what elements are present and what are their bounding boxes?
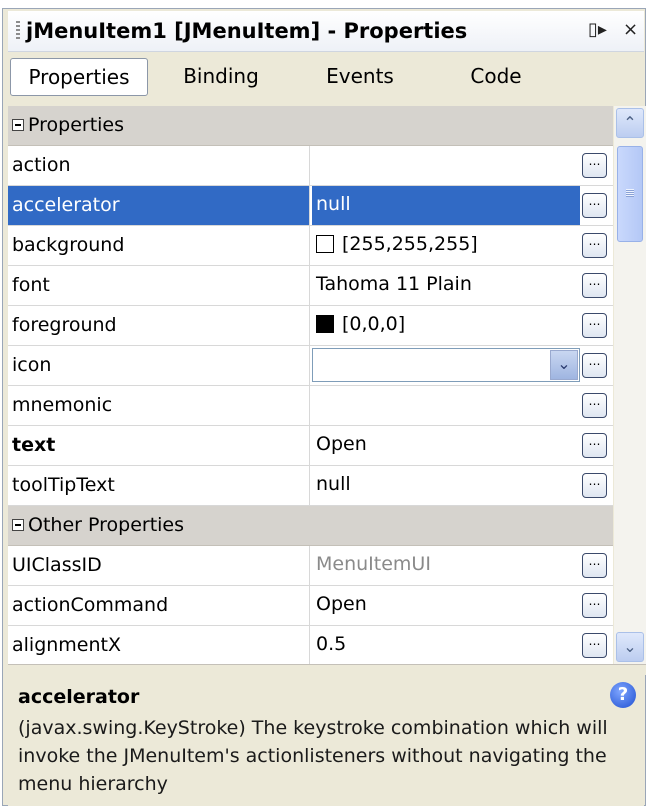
ellipsis-button[interactable]: …	[582, 193, 607, 218]
category-label: Other Properties	[28, 514, 185, 536]
ellipsis-button[interactable]: …	[582, 433, 607, 458]
title-bar: jMenuItem1 [JMenuItem] - Properties ▯▸ ×	[8, 11, 644, 52]
property-name: alignmentX	[8, 626, 310, 664]
category-label: Properties	[28, 114, 125, 136]
description-panel: accelerator ? (javax.swing.KeyStroke) Th…	[8, 676, 644, 806]
property-value[interactable]: Open	[312, 586, 580, 625]
property-value[interactable]: Tahoma 11 Plain	[312, 266, 580, 305]
property-value[interactable]: 0.5	[312, 626, 580, 664]
property-value[interactable]: null	[312, 186, 580, 225]
tab-bar: Properties Binding Events Code	[10, 56, 630, 98]
property-row-tooltiptext[interactable]: toolTipText null …	[8, 466, 613, 506]
tab-binding[interactable]: Binding	[156, 58, 286, 94]
property-name: toolTipText	[8, 466, 310, 505]
property-row-alignmentx[interactable]: alignmentX 0.5 …	[8, 626, 613, 664]
close-icon[interactable]: ×	[623, 19, 638, 40]
property-value[interactable]: Open	[312, 426, 580, 465]
pin-icon[interactable]: ▯▸	[588, 19, 607, 40]
panel-splitter[interactable]	[8, 664, 646, 675]
icon-combo-box[interactable]: ⌄	[312, 348, 580, 382]
ellipsis-button[interactable]: …	[582, 553, 607, 578]
color-swatch	[316, 315, 334, 333]
help-icon[interactable]: ?	[610, 682, 636, 708]
property-value[interactable]: null	[312, 466, 580, 505]
property-name: mnemonic	[8, 386, 310, 425]
tab-events[interactable]: Events	[296, 58, 424, 94]
property-name: UIClassID	[8, 546, 310, 585]
property-sheet: Properties action … accelerator null … b…	[8, 106, 613, 664]
ellipsis-button[interactable]: …	[582, 593, 607, 618]
color-value: [255,255,255]	[342, 233, 478, 255]
property-row-action[interactable]: action …	[8, 146, 613, 186]
ellipsis-button[interactable]: …	[582, 313, 607, 338]
description-text: (javax.swing.KeyStroke) The keystroke co…	[18, 717, 608, 795]
property-name: font	[8, 266, 310, 305]
ellipsis-button[interactable]: …	[582, 473, 607, 498]
property-value[interactable]	[312, 146, 580, 185]
ellipsis-button[interactable]: …	[582, 353, 607, 378]
vertical-scrollbar[interactable]: ⌃ ⌄	[614, 106, 646, 664]
property-name: text	[8, 426, 310, 465]
window-title: jMenuItem1 [JMenuItem] - Properties	[26, 19, 468, 43]
property-row-foreground[interactable]: foreground [0,0,0] …	[8, 306, 613, 346]
property-name: accelerator	[8, 186, 310, 225]
property-name: background	[8, 226, 310, 265]
ellipsis-button[interactable]: …	[582, 273, 607, 298]
property-row-icon[interactable]: icon ⌄ …	[8, 346, 613, 386]
scroll-up-icon[interactable]: ⌃	[616, 108, 644, 138]
property-name: icon	[8, 346, 310, 385]
property-name: action	[8, 146, 310, 185]
property-row-actioncommand[interactable]: actionCommand Open …	[8, 586, 613, 626]
chevron-down-icon[interactable]: ⌄	[550, 350, 578, 380]
property-row-font[interactable]: font Tahoma 11 Plain …	[8, 266, 613, 306]
tab-properties[interactable]: Properties	[10, 58, 148, 96]
ellipsis-button[interactable]: …	[582, 153, 607, 178]
scroll-down-icon[interactable]: ⌄	[616, 632, 644, 662]
collapse-icon[interactable]	[12, 119, 24, 131]
property-value[interactable]	[312, 386, 580, 425]
property-value[interactable]: [0,0,0]	[312, 306, 580, 345]
color-swatch	[316, 235, 334, 253]
property-row-accelerator[interactable]: accelerator null …	[8, 186, 613, 226]
property-name: actionCommand	[8, 586, 310, 625]
scrollbar-thumb[interactable]	[617, 146, 643, 242]
category-properties[interactable]: Properties	[8, 106, 613, 146]
property-value: MenuItemUI	[316, 553, 431, 575]
description-title: accelerator	[18, 686, 140, 708]
property-row-mnemonic[interactable]: mnemonic …	[8, 386, 613, 426]
property-row-uiclassid[interactable]: UIClassID MenuItemUI …	[8, 546, 613, 586]
ellipsis-button[interactable]: …	[582, 393, 607, 418]
drag-grip-icon[interactable]	[16, 21, 20, 41]
collapse-icon[interactable]	[12, 519, 24, 531]
ellipsis-button[interactable]: …	[582, 233, 607, 258]
property-value[interactable]: [255,255,255]	[312, 226, 580, 265]
tab-code[interactable]: Code	[436, 58, 556, 94]
property-row-background[interactable]: background [255,255,255] …	[8, 226, 613, 266]
ellipsis-button[interactable]: …	[582, 633, 607, 658]
property-name: foreground	[8, 306, 310, 345]
color-value: [0,0,0]	[342, 313, 406, 335]
property-row-text[interactable]: text Open …	[8, 426, 613, 466]
category-other-properties[interactable]: Other Properties	[8, 506, 613, 546]
